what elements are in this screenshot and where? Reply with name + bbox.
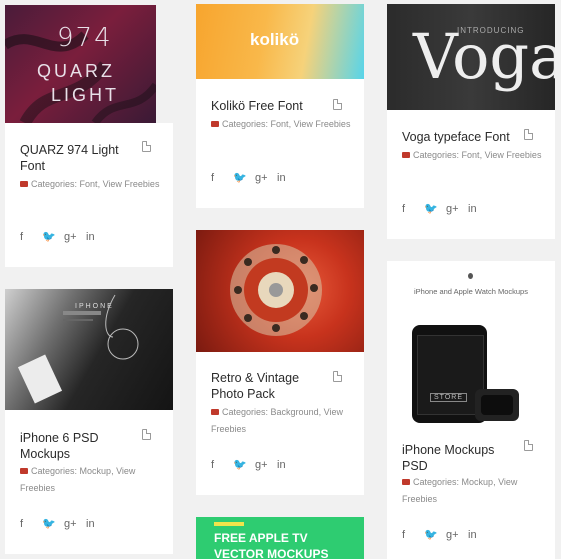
post-card-retro: Retro & Vintage Photo Pack Categories: B… [196, 230, 364, 495]
twitter-icon[interactable]: 🐦 [233, 458, 255, 471]
googleplus-icon[interactable]: g+ [446, 203, 468, 215]
linkedin-icon[interactable]: in [277, 459, 299, 471]
twitter-icon[interactable]: 🐦 [424, 202, 446, 215]
facebook-icon[interactable]: f [20, 518, 42, 530]
post-categories: Categories: Font, View Freebies [20, 176, 160, 193]
post-thumbnail-retro[interactable] [196, 230, 364, 352]
thumb-text-line1: FREE APPLE TV [214, 531, 308, 545]
accent-bar [214, 522, 244, 526]
post-title[interactable]: Kolikö Free Font [211, 98, 329, 114]
document-icon [524, 440, 533, 451]
folder-icon [20, 468, 28, 474]
document-icon [524, 129, 533, 140]
category-link[interactable]: View Freebies [294, 119, 351, 129]
post-categories: Categories: Font, View Freebies [211, 116, 351, 133]
category-link[interactable]: View Freebies [103, 179, 160, 189]
thumb-text-number: 974 [57, 23, 113, 53]
post-card-iphone-mockups: iPhone and Apple Watch Mockups STORE iPh… [387, 261, 555, 559]
googleplus-icon[interactable]: g+ [64, 518, 86, 530]
linkedin-icon[interactable]: in [86, 231, 108, 243]
category-link[interactable]: Mockup [462, 477, 494, 487]
post-title[interactable]: Retro & Vintage Photo Pack [211, 370, 329, 402]
post-title[interactable]: QUARZ 974 Light Font [20, 142, 138, 174]
categories-label: Categories: [222, 407, 269, 417]
document-icon [333, 99, 342, 110]
facebook-icon[interactable]: f [211, 172, 233, 184]
linkedin-icon[interactable]: in [86, 518, 108, 530]
linkedin-icon[interactable]: in [468, 203, 490, 215]
category-link[interactable]: Mockup [80, 466, 112, 476]
thumb-text-quarz: QUARZ [37, 61, 115, 81]
twitter-icon[interactable]: 🐦 [424, 528, 446, 541]
googleplus-icon[interactable]: g+ [255, 172, 277, 184]
post-thumbnail-iphone-mockups[interactable]: iPhone and Apple Watch Mockups STORE [387, 261, 555, 425]
twitter-icon[interactable]: 🐦 [42, 517, 64, 530]
folder-icon [211, 121, 219, 127]
document-icon [142, 429, 151, 440]
post-card-voga: INTRODUCING Voga Voga typeface Font Cate… [387, 4, 555, 239]
iphone-screen [417, 335, 484, 415]
facebook-icon[interactable]: f [402, 529, 424, 541]
category-link[interactable]: Font [271, 119, 289, 129]
document-icon [333, 371, 342, 382]
share-bar: f 🐦 g+ in [211, 171, 299, 184]
iphone-6-graphic [17, 294, 139, 404]
twitter-icon[interactable]: 🐦 [42, 230, 64, 243]
post-thumbnail-voga[interactable]: INTRODUCING Voga [387, 4, 555, 110]
watch-screen [481, 395, 513, 415]
category-link[interactable]: Font [462, 150, 480, 160]
post-title[interactable]: iPhone 6 PSD Mockups [20, 430, 138, 462]
folder-icon [20, 181, 28, 187]
post-thumbnail-koliko[interactable]: kolikö [196, 4, 364, 79]
categories-label: Categories: [413, 477, 460, 487]
category-link[interactable]: Font [80, 179, 98, 189]
linkedin-icon[interactable]: in [468, 529, 490, 541]
post-card-appletv: FREE APPLE TV VECTOR MOCKUPS [196, 517, 364, 559]
post-categories: Categories: Mockup, View Freebies [402, 477, 518, 504]
post-categories: Categories: Font, View Freebies [402, 147, 542, 164]
facebook-icon[interactable]: f [402, 203, 424, 215]
rotary-phone-graphic [230, 244, 322, 336]
folder-icon [402, 479, 410, 485]
thumb-text-voga: Voga [413, 20, 555, 93]
share-bar: f 🐦 g+ in [20, 517, 108, 530]
post-categories: Categories: Mockup, View Freebies [20, 466, 136, 493]
category-link[interactable]: View Freebies [485, 150, 542, 160]
categories-label: Categories: [413, 150, 460, 160]
post-thumbnail-appletv[interactable]: FREE APPLE TV VECTOR MOCKUPS [196, 517, 364, 559]
post-card-koliko: kolikö Kolikö Free Font Categories: Font… [196, 4, 364, 208]
post-categories: Categories: Background, View Freebies [211, 407, 343, 434]
googleplus-icon[interactable]: g+ [255, 459, 277, 471]
thumb-text-heading: iPhone and Apple Watch Mockups [414, 287, 528, 296]
googleplus-icon[interactable]: g+ [64, 231, 86, 243]
post-thumbnail-iphone6[interactable]: IPHONE [5, 289, 173, 410]
share-bar: f 🐦 g+ in [402, 528, 490, 541]
store-sign: STORE [430, 393, 467, 402]
post-card-iphone6: IPHONE iPhone 6 PSD Mockups Categories: … [5, 289, 173, 554]
apple-logo-icon [468, 273, 473, 279]
twitter-icon[interactable]: 🐦 [233, 171, 255, 184]
share-bar: f 🐦 g+ in [20, 230, 108, 243]
categories-label: Categories: [222, 119, 269, 129]
document-icon [142, 141, 151, 152]
googleplus-icon[interactable]: g+ [446, 529, 468, 541]
post-title[interactable]: Voga typeface Font [402, 129, 520, 145]
folder-icon [211, 409, 219, 415]
folder-icon [402, 152, 410, 158]
linkedin-icon[interactable]: in [277, 172, 299, 184]
thumb-text-line2: VECTOR MOCKUPS [214, 547, 329, 559]
post-title[interactable]: iPhone Mockups PSD [402, 442, 520, 474]
facebook-icon[interactable]: f [211, 459, 233, 471]
categories-label: Categories: [31, 466, 78, 476]
facebook-icon[interactable]: f [20, 231, 42, 243]
share-bar: f 🐦 g+ in [402, 202, 490, 215]
categories-label: Categories: [31, 179, 78, 189]
share-bar: f 🐦 g+ in [211, 458, 299, 471]
category-link[interactable]: Background [271, 407, 319, 417]
thumb-text-light: LIGHT [51, 85, 120, 105]
post-card-quarz: 974 QUARZ LIGHT QUARZ 974 Light Font Cat… [5, 5, 173, 267]
thumb-text-koliko: kolikö [250, 30, 300, 49]
post-thumbnail-quarz[interactable]: 974 QUARZ LIGHT [5, 5, 156, 123]
